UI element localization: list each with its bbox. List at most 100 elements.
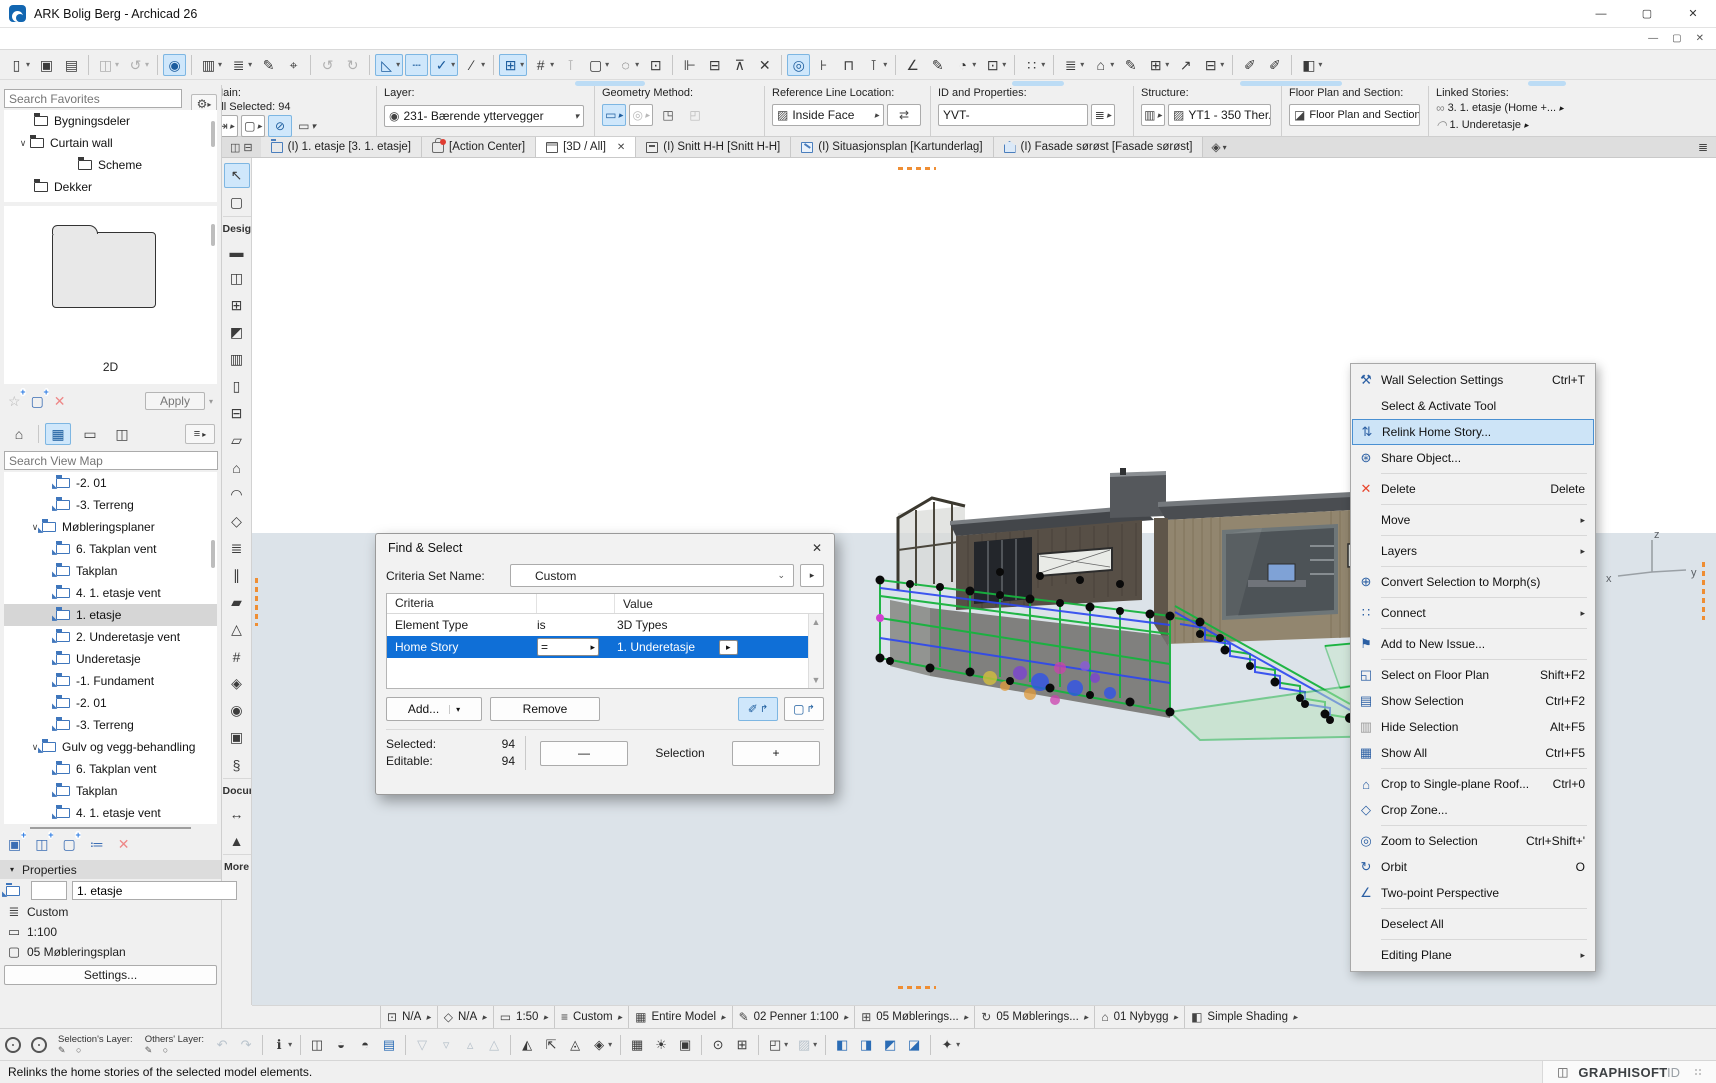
favorites-tree-item[interactable]: 4. 1. etasje vent xyxy=(4,582,217,604)
menu-item[interactable] xyxy=(180,37,198,41)
context-menu-item[interactable]: ▦ Show All Ctrl+F5 xyxy=(1351,740,1595,766)
bottom-toolbar-button[interactable]: ↷ xyxy=(235,1035,257,1055)
new-favorite-icon[interactable]: ☆ xyxy=(8,387,25,410)
tool-button[interactable]: ↔ xyxy=(224,801,250,826)
marquee-mode-button[interactable]: ▢ ▸ xyxy=(241,115,265,137)
toolbar-button[interactable]: ⊞ ▾ xyxy=(1144,54,1172,76)
structure-type-button[interactable]: ▥ ▸ xyxy=(1141,104,1165,126)
toolbar-button[interactable]: ∠ xyxy=(901,54,924,76)
view-id-field[interactable] xyxy=(31,881,67,900)
composite-field[interactable]: ▨ YT1 - 350 Ther... ▸ xyxy=(1168,104,1271,126)
menu-item[interactable] xyxy=(18,37,36,41)
tab[interactable]: [3D / All] ✕ xyxy=(536,137,637,157)
toolbar-button[interactable]: ⌂ ▾ xyxy=(1089,54,1117,76)
toolbar-button[interactable]: ✎ xyxy=(1119,54,1142,76)
delete-favorite-icon[interactable]: ✕ xyxy=(54,393,66,410)
toolbar-button[interactable]: ▤ xyxy=(60,54,83,76)
tool-button[interactable]: ⊟ xyxy=(224,401,250,426)
property-row[interactable]: ▢ 05 Møbleringsplan xyxy=(0,942,221,962)
tool-button[interactable]: △ xyxy=(224,617,250,642)
geometry-freeform-button[interactable]: ◰ xyxy=(683,104,707,126)
geometry-curved-button[interactable]: ◎ ▸ xyxy=(629,104,653,126)
tool-button[interactable]: ≣ xyxy=(224,536,250,561)
settings-button[interactable]: Settings... xyxy=(4,965,217,985)
tab[interactable]: [Action Center] xyxy=(422,137,537,157)
doc-close-button[interactable]: ✕ xyxy=(1696,33,1704,44)
toolbar-button[interactable]: ↻ xyxy=(341,54,364,76)
toolbar-button[interactable]: ⊺ ▾ xyxy=(862,54,890,76)
tool-button[interactable]: ▱ xyxy=(224,428,250,453)
floorplan-display-field[interactable]: ◪ Floor Plan and Section... ▸ xyxy=(1289,104,1420,126)
context-menu-item[interactable]: ↻ Orbit O xyxy=(1351,854,1595,880)
selection-layer-icons[interactable]: ✎ ○ xyxy=(58,1045,85,1055)
toolbar-button[interactable]: ◉ xyxy=(163,53,187,76)
context-menu-item[interactable]: Layers ▸ xyxy=(1351,538,1595,564)
tool-button[interactable]: ◉ xyxy=(224,698,250,723)
bottom-toolbar-button[interactable]: ◰ ▾ xyxy=(764,1035,791,1055)
view-settings-icon[interactable]: ≔ xyxy=(90,836,104,853)
others-layer-icons[interactable]: ✎ ○ xyxy=(145,1045,172,1055)
toolbar-button[interactable]: ⊡ xyxy=(644,54,667,76)
project-chooser-icon[interactable]: ⌂ xyxy=(6,423,32,445)
publisher-icon[interactable]: ◫ xyxy=(109,423,135,445)
quick-options-field[interactable]: ▭ 1:50 ▸ xyxy=(492,1006,554,1028)
context-menu-item[interactable]: ◎ Zoom to Selection Ctrl+Shift+' xyxy=(1351,828,1595,854)
context-menu-item[interactable]: Select & Activate Tool xyxy=(1351,393,1595,419)
clone-folder-icon[interactable]: ◫ xyxy=(35,831,54,853)
doc-minimize-button[interactable]: — xyxy=(1648,33,1658,44)
search-view-map-input[interactable] xyxy=(4,451,218,470)
toolbar-button[interactable]: ◌ ▾ xyxy=(614,54,642,76)
bottom-toolbar-button[interactable]: ◬ xyxy=(564,1035,586,1055)
quick-options-field[interactable]: ⌂ 01 Nybygg ▸ xyxy=(1094,1006,1184,1028)
toolbar-button[interactable]: ⊟ ▾ xyxy=(1199,54,1227,76)
favorites-tree-item[interactable]: -3. Terreng xyxy=(4,714,217,736)
toolbar-button[interactable]: ≣ ▾ xyxy=(1059,54,1087,76)
toolbar-button[interactable]: ◫ ▾ xyxy=(94,54,122,76)
property-row[interactable]: ≣ Custom xyxy=(0,902,221,922)
toolbar-button[interactable]: ⊟ xyxy=(703,54,726,76)
tool-button[interactable]: ◇ xyxy=(224,509,250,534)
toolbar-button[interactable]: ✎ xyxy=(926,54,949,76)
favorites-tree-item[interactable]: Bygningsdeler xyxy=(4,110,217,132)
menu-item[interactable] xyxy=(126,37,144,41)
tab[interactable]: (I) Snitt H-H [Snitt H-H] xyxy=(636,137,792,157)
operator-dropdown[interactable]: = ▸ xyxy=(537,638,599,656)
apply-dropdown-icon[interactable]: ▾ xyxy=(209,397,213,406)
tab[interactable]: (I) Fasade sørøst [Fasade sørøst] xyxy=(993,137,1204,157)
quick-options-field[interactable]: ⊡ N/A ▸ xyxy=(380,1006,437,1028)
toolbar-button[interactable]: ┄ xyxy=(405,53,429,76)
quick-options-field[interactable]: ▦ Entire Model ▸ xyxy=(628,1006,731,1028)
favorites-tree-item[interactable]: 2. Underetasje vent xyxy=(4,626,217,648)
bottom-toolbar-button[interactable]: ◫ xyxy=(306,1035,328,1055)
toolbar-button[interactable]: ◧ ▾ xyxy=(1297,54,1325,76)
quick-options-field[interactable]: ◇ N/A ▸ xyxy=(436,1006,493,1028)
scroll-up-icon[interactable]: ▲ xyxy=(812,617,821,627)
reference-line-field[interactable]: ▨ Inside Face ▸ xyxy=(772,104,884,126)
context-menu-item[interactable]: ⇅ Relink Home Story... xyxy=(1352,419,1594,445)
new-view-folder-icon[interactable]: ▢ xyxy=(62,831,82,853)
add-button[interactable]: Add... ▾ xyxy=(386,697,482,721)
dialog-close-icon[interactable]: ✕ xyxy=(812,541,822,555)
bottom-toolbar-button[interactable]: ◨ xyxy=(855,1035,877,1055)
favorites-tree-item[interactable]: ∨ Gulv og vegg-behandling xyxy=(4,736,217,758)
toolbar-button[interactable]: ∕ ▾ xyxy=(460,54,488,76)
context-menu-item[interactable]: ∷ Connect ▸ xyxy=(1351,600,1595,626)
favorites-tree-item[interactable]: 6. Takplan vent xyxy=(4,758,217,780)
maximize-button[interactable]: ▢ xyxy=(1624,0,1670,28)
pick-up-settings-button[interactable]: ✐ ↱ xyxy=(738,697,778,721)
tab[interactable]: (I) 1. etasje [3. 1. etasje] xyxy=(260,137,422,157)
favorites-tree-item[interactable]: 4. 1. etasje vent xyxy=(4,802,217,824)
scrollbar[interactable] xyxy=(211,224,215,246)
tool-button[interactable]: ◈ xyxy=(224,671,250,696)
building-model[interactable] xyxy=(870,468,1390,768)
new-3d-view-icon[interactable]: ◈ xyxy=(1211,140,1220,154)
menu-item[interactable] xyxy=(162,37,180,41)
bottom-toolbar-button[interactable]: ↶ xyxy=(211,1035,233,1055)
remove-from-selection-button[interactable]: — xyxy=(540,740,628,766)
property-row[interactable]: ▭ 1:100 xyxy=(0,922,221,942)
toolbar-button[interactable]: ◎ xyxy=(787,53,811,76)
quick-options-field[interactable]: ◧ Simple Shading ▸ xyxy=(1184,1006,1303,1028)
favorites-tree-item[interactable]: -3. Terreng xyxy=(4,494,217,516)
context-menu-item[interactable]: ⚑ Add to New Issue... xyxy=(1351,631,1595,657)
context-menu-item[interactable]: ⊕ Convert Selection to Morph(s) xyxy=(1351,569,1595,595)
